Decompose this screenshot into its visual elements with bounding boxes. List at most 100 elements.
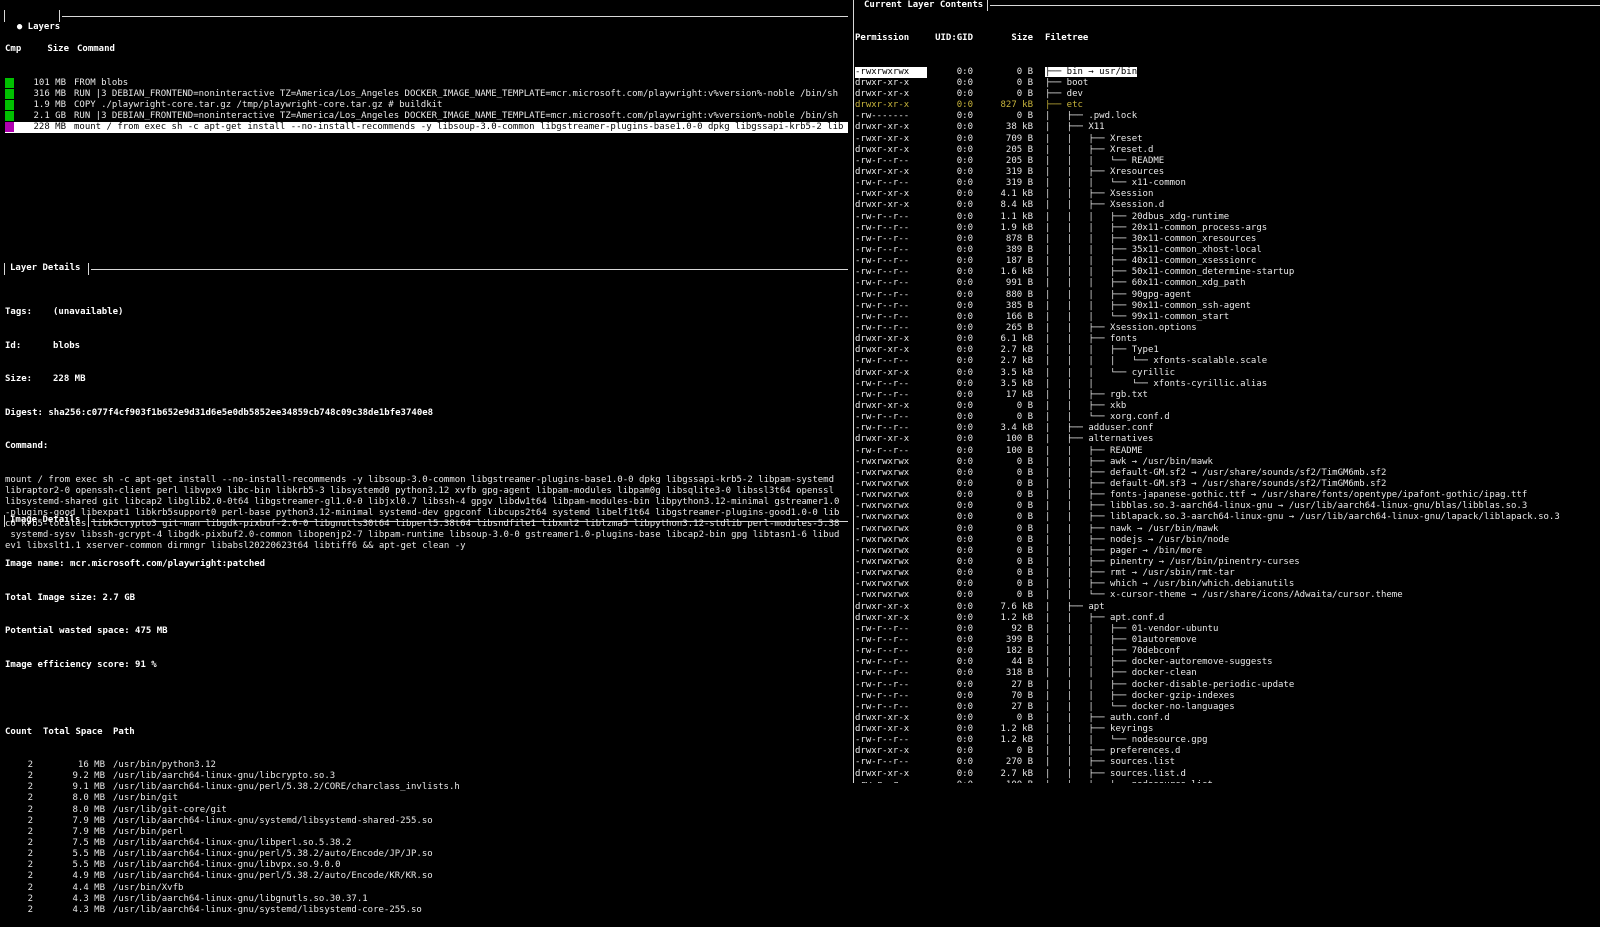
filetree-row[interactable]: drwxr-xr-x 0:0 2.7 kB │ │ ├── sources.list.… bbox=[855, 769, 1600, 780]
filetree-row[interactable]: -rwxrwxrwx 0:0 0 B │ │ ├── default-GM.sf2 →… bbox=[855, 468, 1600, 479]
filetree-row[interactable]: -rw-r--r-- 0:0 27 B │ │ │ └── docker-no-lan… bbox=[855, 702, 1600, 713]
filetree-row[interactable]: -rwxrwxrwx 0:0 0 B ├── bin → usr/bin bbox=[855, 66, 1600, 78]
row-permission: drwxr-xr-x bbox=[855, 712, 910, 723]
filetree-row[interactable]: -rw-r--r-- 0:0 385 B │ │ │ ├── 90x11-common… bbox=[855, 301, 1600, 312]
filetree-row[interactable]: -rw-r--r-- 0:0 270 B │ │ ├── sources.list bbox=[855, 757, 1600, 768]
filetree-row[interactable]: drwxr-xr-x 0:0 0 B ├── boot bbox=[855, 78, 1600, 89]
filetree-row[interactable]: -rw-r--r-- 0:0 878 B │ │ │ ├── 30x11-common… bbox=[855, 234, 1600, 245]
filetree-row[interactable]: drwxr-xr-x 0:0 38 kB │ ├── X11 bbox=[855, 122, 1600, 133]
filetree-row[interactable]: -rw-r--r-- 0:0 17 kB │ │ ├── rgb.txt bbox=[855, 390, 1600, 401]
row-filetree-node: │ │ ├── rgb.txt bbox=[1045, 389, 1148, 400]
filetree-row[interactable]: -rwxr-xr-x 0:0 709 B │ │ ├── Xreset bbox=[855, 134, 1600, 145]
row-uidgid: 0:0 bbox=[956, 490, 973, 501]
row-size: 0 B bbox=[1016, 556, 1033, 567]
filetree-row[interactable]: -rwxrwxrwx 0:0 0 B │ │ └── x-cursor-theme →… bbox=[855, 590, 1600, 601]
row-size: 2.7 kB bbox=[1000, 356, 1033, 367]
filetree-row[interactable]: -rw-r--r-- 0:0 880 B │ │ │ ├── 90gpg-agent bbox=[855, 290, 1600, 301]
filetree-row[interactable]: drwxr-xr-x 0:0 1.2 kB │ │ ├── keyrings bbox=[855, 724, 1600, 735]
row-uidgid: 0:0 bbox=[956, 757, 973, 768]
filetree-row[interactable]: -rw-r--r-- 0:0 44 B │ │ │ ├── docker-autore… bbox=[855, 657, 1600, 668]
filetree-row[interactable]: drwxr-xr-x 0:0 2.7 kB │ │ │ ├── Type1 bbox=[855, 345, 1600, 356]
filetree-row[interactable]: -rw-r--r-- 0:0 27 B │ │ │ ├── docker-disabl… bbox=[855, 680, 1600, 691]
filetree-row[interactable]: -rw-r--r-- 0:0 318 B │ │ │ ├── docker-clean bbox=[855, 668, 1600, 679]
layer-row[interactable]: 316 MB RUN |3 DEBIAN_FRONTEND=noninteract… bbox=[5, 88, 848, 100]
row-uidgid: 0:0 bbox=[956, 545, 973, 556]
filetree-row[interactable]: -rw-r--r-- 0:0 399 B │ │ │ ├── 01autoremove bbox=[855, 635, 1600, 646]
filetree-row[interactable]: -rwxrwxrwx 0:0 0 B │ │ ├── fonts-japanese-g… bbox=[855, 490, 1600, 501]
filetree-row[interactable]: -rw------- 0:0 0 B │ ├── .pwd.lock bbox=[855, 111, 1600, 122]
layer-row[interactable]: 228 MB mount / from exec sh -c apt-get in… bbox=[5, 122, 848, 134]
filetree-row[interactable]: -rwxrwxrwx 0:0 0 B │ │ ├── pager → /bin/mor… bbox=[855, 546, 1600, 557]
filetree-row[interactable]: drwxr-xr-x 0:0 0 B │ │ ├── auth.conf.d bbox=[855, 713, 1600, 724]
filetree-row[interactable]: -rw-r--r-- 0:0 2.7 kB │ │ │ │ └── xfonts-sc… bbox=[855, 356, 1600, 367]
filetree-row[interactable]: -rw-r--r-- 0:0 991 B │ │ │ ├── 60x11-common… bbox=[855, 278, 1600, 289]
filetree-row[interactable]: drwxr-xr-x 0:0 827 kB ├── etc bbox=[855, 100, 1600, 111]
row-size: 0 B bbox=[1016, 111, 1033, 122]
filetree-row[interactable]: -rw-r--r-- 0:0 265 B │ │ ├── Xsession.optio… bbox=[855, 323, 1600, 334]
filetree-row[interactable]: -rwxrwxrwx 0:0 0 B │ │ ├── default-GM.sf3 →… bbox=[855, 479, 1600, 490]
row-count: 2 bbox=[27, 782, 33, 793]
filetree-row[interactable]: -rw-r--r-- 0:0 389 B │ │ │ ├── 35x11-common… bbox=[855, 245, 1600, 256]
filetree-row[interactable]: drwxr-xr-x 0:0 319 B │ │ ├── Xresources bbox=[855, 167, 1600, 178]
filetree-row[interactable]: -rw-r--r-- 0:0 0 B │ │ └── xorg.conf.d bbox=[855, 412, 1600, 423]
row-filetree-node: │ │ ├── fonts bbox=[1045, 334, 1138, 345]
filetree-row[interactable]: -rw-r--r-- 0:0 319 B │ │ │ └── x11-common bbox=[855, 178, 1600, 189]
row-space: 5.5 MB bbox=[72, 849, 105, 860]
filetree-row[interactable]: drwxr-xr-x 0:0 7.6 kB │ ├── apt bbox=[855, 602, 1600, 613]
layer-row[interactable]: 101 MB FROM blobs bbox=[5, 77, 848, 89]
row-size: 187 B bbox=[1005, 256, 1033, 267]
filetree-row[interactable]: drwxr-xr-x 0:0 0 B │ │ ├── xkb bbox=[855, 401, 1600, 412]
filetree-row[interactable]: -rwxrwxrwx 0:0 0 B │ │ ├── awk → /usr/bin/m… bbox=[855, 457, 1600, 468]
row-uidgid: 0:0 bbox=[956, 323, 973, 333]
row-permission: drwxr-xr-x bbox=[855, 400, 910, 411]
filetree-row[interactable]: -rw-r--r-- 0:0 182 B │ │ │ ├── 70debconf bbox=[855, 646, 1600, 657]
row-filetree-node: │ │ │ ├── 01-vendor-ubuntu bbox=[1045, 623, 1219, 634]
filetree-row[interactable]: -rw-r--r-- 0:0 70 B │ │ │ ├── docker-gzip-i… bbox=[855, 691, 1600, 702]
filetree-row[interactable]: drwxr-xr-x 0:0 3.5 kB │ │ │ └── cyrillic bbox=[855, 368, 1600, 379]
filetree-row[interactable]: -rw-r--r-- 0:0 92 B │ │ │ ├── 01-vendor-ubu… bbox=[855, 624, 1600, 635]
filetree-row[interactable]: -rwxrwxrwx 0:0 0 B │ │ ├── liblapack.so.3-a… bbox=[855, 512, 1600, 523]
row-size: 385 B bbox=[1005, 300, 1033, 311]
filetree-row[interactable]: -rw-r--r-- 0:0 3.5 kB │ │ │ └── xfonts-cyri… bbox=[855, 379, 1600, 390]
filetree-row[interactable]: drwxr-xr-x 0:0 100 B │ ├── alternatives bbox=[855, 434, 1600, 445]
image-table-row: 2 4.3 MB/usr/lib/aarch64-linux-gnu/system… bbox=[5, 905, 848, 916]
filetree-row[interactable]: -rw-r--r-- 0:0 1.1 kB │ │ │ ├── 20dbus_xdg-… bbox=[855, 212, 1600, 223]
filetree-row[interactable]: drwxr-xr-x 0:0 0 B ├── dev bbox=[855, 89, 1600, 100]
row-filetree-node: │ │ ├── default-GM.sf3 → /usr/share/soun… bbox=[1045, 478, 1387, 489]
row-filetree-node: │ │ ├── liblapack.so.3-aarch64-linux-gnu… bbox=[1045, 512, 1560, 523]
filetree-row[interactable]: -rwxrwxrwx 0:0 0 B │ │ ├── nawk → /usr/bin/… bbox=[855, 524, 1600, 535]
filetree-row[interactable]: -rw-r--r-- 0:0 166 B │ │ │ └── 99x11-common… bbox=[855, 312, 1600, 323]
row-permission: -rwxrwxrwx bbox=[855, 556, 910, 567]
layer-row[interactable]: 1.9 MB COPY ./playwright-core.tar.gz /tmp… bbox=[5, 100, 848, 111]
row-permission: -rw-r--r-- bbox=[855, 233, 910, 244]
filetree-row[interactable]: -rwxr-xr-x 0:0 4.1 kB │ │ ├── Xsession bbox=[855, 189, 1600, 200]
filetree-row[interactable]: -rwxrwxrwx 0:0 0 B │ │ ├── libblas.so.3-aar… bbox=[855, 501, 1600, 512]
filetree-row[interactable]: drwxr-xr-x 0:0 1.2 kB │ │ ├── apt.conf.d bbox=[855, 613, 1600, 624]
filetree-row[interactable]: -rw-r--r-- 0:0 1.9 kB │ │ │ ├── 20x11-commo… bbox=[855, 223, 1600, 234]
layers-frame-edge bbox=[59, 10, 60, 22]
filetree-row[interactable]: -rw-r--r-- 0:0 100 B │ │ ├── README bbox=[855, 446, 1600, 457]
filetree-row[interactable]: -rw-r--r-- 0:0 187 B │ │ │ ├── 40x11-common… bbox=[855, 256, 1600, 267]
filetree-row[interactable]: drwxr-xr-x 0:0 6.1 kB │ │ ├── fonts bbox=[855, 334, 1600, 345]
filetree-row[interactable]: -rwxrwxrwx 0:0 0 B │ │ ├── pinentry → /usr/… bbox=[855, 557, 1600, 568]
row-path: /usr/bin/Xvfb bbox=[113, 882, 184, 893]
filetree-row[interactable]: -rw-r--r-- 0:0 3.4 kB │ ├── adduser.conf bbox=[855, 423, 1600, 434]
filetree-row[interactable]: -rw-r--r-- 0:0 205 B │ │ │ └── README bbox=[855, 156, 1600, 167]
filetree-row[interactable]: -rwxrwxrwx 0:0 0 B │ │ ├── rmt → /usr/sbin/… bbox=[855, 568, 1600, 579]
row-count: 2 bbox=[27, 849, 33, 860]
filetree-row[interactable]: -rwxrwxrwx 0:0 0 B │ │ ├── which → /usr/bin… bbox=[855, 579, 1600, 590]
row-size: 38 kB bbox=[1005, 122, 1033, 133]
row-permission: -rw-r--r-- bbox=[855, 155, 910, 166]
filetree-row[interactable]: -rw-r--r-- 0:0 1.6 kB │ │ │ ├── 50x11-commo… bbox=[855, 267, 1600, 278]
row-size: 0 B bbox=[1016, 534, 1033, 545]
layer-row[interactable]: 2.1 GB RUN |3 DEBIAN_FRONTEND=noninteract… bbox=[5, 111, 848, 122]
filetree-row[interactable]: -rwxrwxrwx 0:0 0 B │ │ ├── nodejs → /usr/bi… bbox=[855, 535, 1600, 546]
row-filetree-node: │ │ ├── pager → /bin/more bbox=[1045, 545, 1203, 556]
filetree-row[interactable]: drwxr-xr-x 0:0 8.4 kB │ │ ├── Xsession.d bbox=[855, 200, 1600, 211]
filetree-row[interactable]: -rw-r--r-- 0:0 1.2 kB │ │ │ └── nodesource.… bbox=[855, 735, 1600, 746]
total-size-label: Total Image size: bbox=[5, 592, 98, 603]
image-table-row: 2 4.4 MB/usr/bin/Xvfb bbox=[5, 883, 848, 894]
filetree-row[interactable]: drwxr-xr-x 0:0 0 B │ │ ├── preferences.d bbox=[855, 746, 1600, 757]
row-size: 0 B bbox=[1016, 579, 1033, 590]
filetree-row[interactable]: drwxr-xr-x 0:0 205 B │ │ ├── Xreset.d bbox=[855, 145, 1600, 156]
